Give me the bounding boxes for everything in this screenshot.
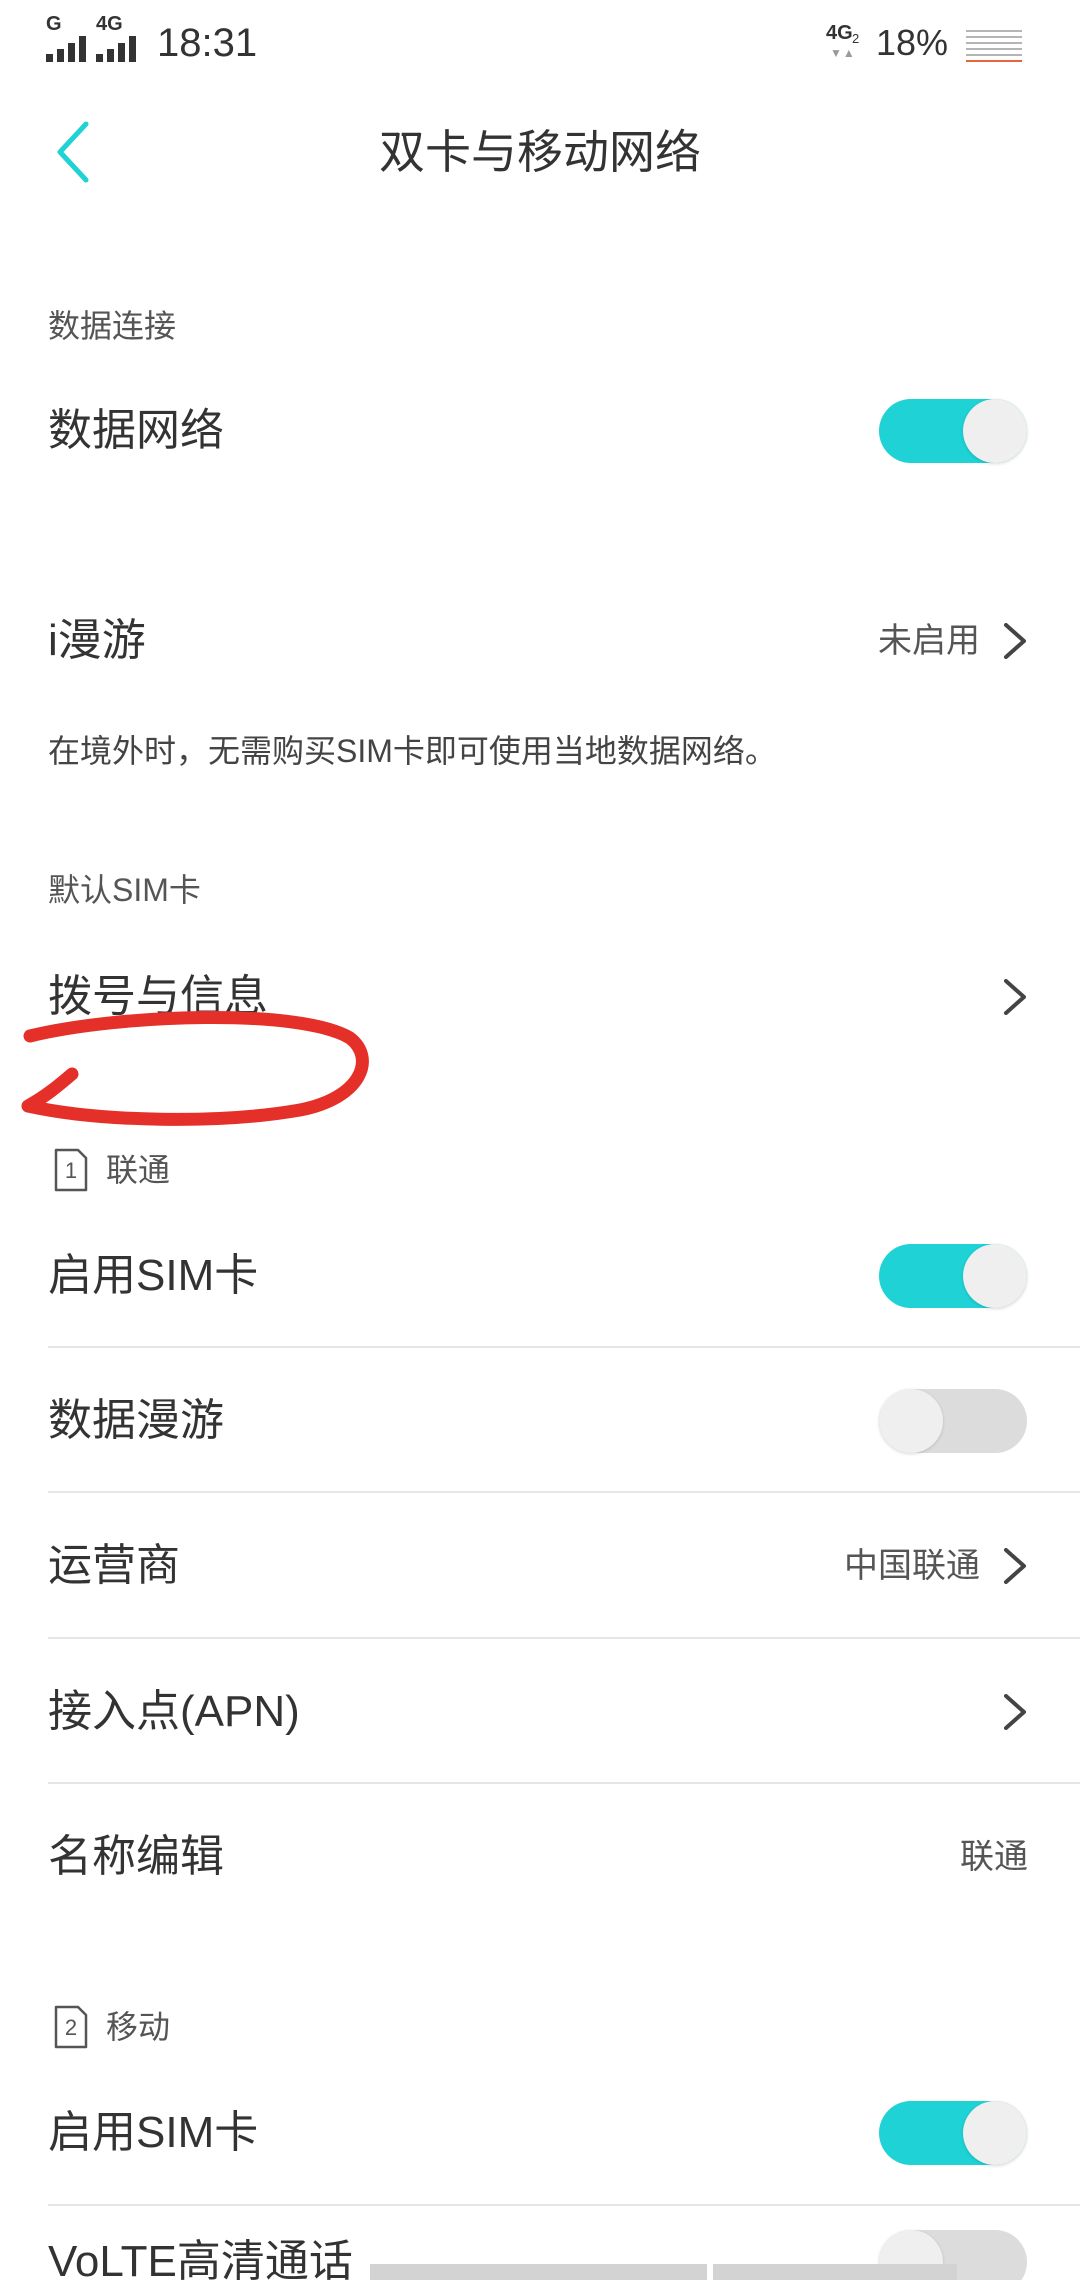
iroaming-description: 在境外时，无需购买SIM卡即可使用当地数据网络。 — [48, 733, 777, 769]
sim1-data-roaming-label: 数据漫游 — [48, 1396, 224, 1445]
sim-card-icon: 2 — [54, 2005, 88, 2049]
sim1-enable-row[interactable]: 启用SIM卡 — [0, 1226, 1080, 1326]
sim1-apn-row[interactable]: 接入点(APN) — [0, 1662, 1080, 1762]
page-title: 双卡与移动网络 — [379, 126, 701, 178]
toggle-knob — [963, 2101, 1027, 2165]
sim1-slot-number: 1 — [64, 1158, 78, 1183]
data-activity-arrows: ▼▲ — [830, 46, 856, 60]
data-network-toggle[interactable] — [879, 399, 1027, 463]
section-header-data-connection: 数据连接 — [48, 308, 177, 344]
chevron-right-icon — [1004, 1548, 1026, 1584]
iroaming-label: i漫游 — [48, 616, 146, 665]
sim1-carrier-label: 运营商 — [48, 1541, 180, 1590]
sim-card-icon: 1 — [54, 1148, 88, 1192]
overlay-bar — [713, 2264, 957, 2280]
overlay-bar — [370, 2264, 707, 2280]
sim2-name: 移动 — [106, 2009, 171, 2045]
divider — [48, 1346, 1080, 1348]
sim1-carrier-row[interactable]: 运营商 中国联通 — [0, 1516, 1080, 1616]
battery-icon — [966, 30, 1022, 62]
chevron-right-icon — [1004, 979, 1026, 1015]
sim2-enable-label: 启用SIM卡 — [48, 2108, 259, 2157]
signal-icon: 4G — [96, 14, 144, 70]
sim2-slot-number: 2 — [64, 2015, 78, 2040]
battery-percentage: 18% — [876, 22, 949, 63]
sim1-apn-label: 接入点(APN) — [48, 1687, 300, 1736]
divider — [48, 1637, 1080, 1639]
sim2-header: 2 移动 — [0, 2002, 1080, 2052]
sim1-name-edit-value: 联通 — [960, 1838, 1028, 1876]
section-header-default-sim: 默认SIM卡 — [48, 872, 201, 908]
chevron-right-icon — [1004, 623, 1026, 659]
sim1-carrier-value: 中国联通 — [844, 1547, 980, 1585]
status-bar: G 4G 18:31 4G 2 ▼▲ 18% — [0, 10, 1080, 76]
sim1-name-edit-label: 名称编辑 — [48, 1832, 224, 1881]
toggle-knob — [879, 1389, 943, 1453]
sim2-enable-toggle[interactable] — [879, 2101, 1027, 2165]
data-network-label: 数据网络 — [48, 406, 224, 455]
divider — [48, 2204, 1080, 2206]
data-network-row[interactable]: 数据网络 — [0, 381, 1080, 481]
signal-icon: G — [46, 14, 90, 70]
sim1-data-roaming-toggle[interactable] — [879, 1389, 1027, 1453]
chevron-right-icon — [1004, 1694, 1026, 1730]
divider — [48, 1491, 1080, 1493]
clock: 18:31 — [157, 21, 258, 65]
toggle-knob — [963, 1244, 1027, 1308]
sim2-volte-label: VoLTE高清通话 — [48, 2237, 353, 2280]
sim1-name-edit-row[interactable]: 名称编辑 联通 — [0, 1807, 1080, 1907]
signal-1-label: G — [46, 13, 62, 35]
iroaming-value: 未启用 — [878, 622, 980, 660]
signal-2-label: 4G — [96, 13, 123, 35]
sim1-name: 联通 — [106, 1152, 171, 1188]
sim1-data-roaming-row[interactable]: 数据漫游 — [0, 1371, 1080, 1471]
network-type-label: 4G — [826, 22, 853, 44]
sim1-enable-label: 启用SIM卡 — [48, 1251, 259, 1300]
network-sim-index: 2 — [852, 31, 860, 46]
sim2-enable-row[interactable]: 启用SIM卡 — [0, 2083, 1080, 2183]
toggle-knob — [963, 399, 1027, 463]
sim1-header: 1 联通 — [0, 1145, 1080, 1195]
sim1-enable-toggle[interactable] — [879, 1244, 1027, 1308]
red-annotation-scribble — [21, 1010, 369, 1126]
iroaming-row[interactable]: i漫游 未启用 — [0, 591, 1080, 691]
network-type-icon: 4G 2 ▼▲ — [826, 22, 866, 66]
divider — [48, 1782, 1080, 1784]
